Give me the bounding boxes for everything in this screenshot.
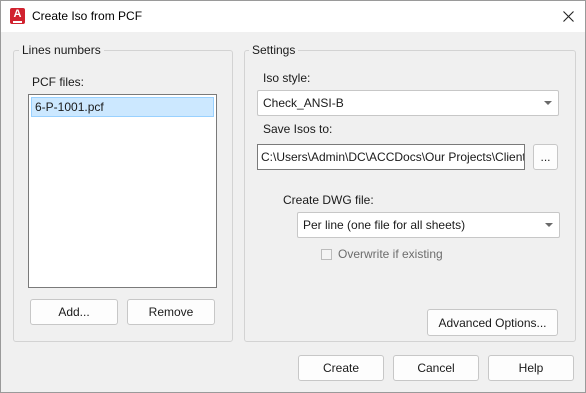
remove-button[interactable]: Remove <box>127 299 215 325</box>
help-button[interactable]: Help <box>488 355 574 381</box>
create-dwg-value: Per line (one file for all sheets) <box>303 218 466 232</box>
settings-legend: Settings <box>249 43 299 57</box>
pcf-files-list[interactable]: 6-P-1001.pcf <box>28 94 217 288</box>
save-isos-label: Save Isos to: <box>263 122 333 136</box>
iso-style-label: Iso style: <box>263 71 311 85</box>
close-button[interactable] <box>551 1 585 32</box>
close-icon <box>562 11 574 22</box>
create-dwg-label: Create DWG file: <box>283 193 374 207</box>
chevron-down-icon <box>544 101 552 105</box>
browse-button[interactable]: ... <box>533 144 558 170</box>
autocad-app-icon: A <box>10 8 25 24</box>
chevron-down-icon <box>545 223 553 227</box>
advanced-options-button[interactable]: Advanced Options... <box>427 309 558 336</box>
overwrite-checkbox[interactable] <box>321 249 332 260</box>
window-title: Create Iso from PCF <box>32 9 143 23</box>
create-dwg-dropdown[interactable]: Per line (one file for all sheets) <box>297 212 560 238</box>
create-button[interactable]: Create <box>298 355 384 381</box>
title-bar: A Create Iso from PCF <box>1 1 585 32</box>
add-button[interactable]: Add... <box>30 299 118 325</box>
save-isos-path-field[interactable]: C:\Users\Admin\DC\ACCDocs\Our Projects\C… <box>257 144 525 170</box>
create-iso-dialog: A Create Iso from PCF Lines numbers PCF … <box>0 0 586 393</box>
iso-style-value: Check_ANSI-B <box>263 96 344 110</box>
pcf-files-label: PCF files: <box>32 75 85 89</box>
iso-style-dropdown[interactable]: Check_ANSI-B <box>257 90 559 116</box>
overwrite-label: Overwrite if existing <box>338 247 443 261</box>
cancel-button[interactable]: Cancel <box>393 355 479 381</box>
lines-numbers-legend: Lines numbers <box>19 43 104 57</box>
pcf-file-item[interactable]: 6-P-1001.pcf <box>31 97 214 117</box>
app-icon-letter: A <box>13 8 22 20</box>
